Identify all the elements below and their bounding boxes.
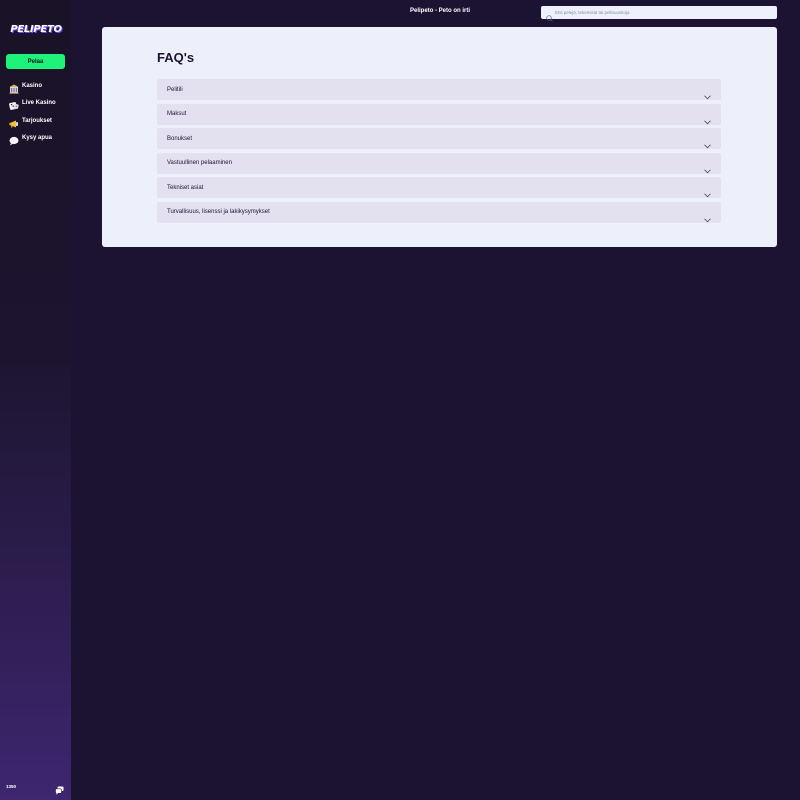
chat-icon[interactable]: [55, 782, 64, 795]
chevron-down-icon: [704, 161, 711, 173]
search-input[interactable]: [555, 7, 775, 18]
faq-item-tekniset-asiat[interactable]: Tekniset asiat: [157, 177, 721, 198]
chevron-down-icon: [704, 136, 711, 149]
chevron-down-icon: [704, 87, 711, 100]
sidebar-item-label: Live Kasino: [22, 100, 56, 107]
sidebar: PELIPETO Pelaa Kasino Live Kasino Tarjou…: [0, 0, 71, 800]
faq-question: Tekniset asiat: [167, 184, 204, 191]
speech-bubble-icon: [9, 133, 19, 146]
sidebar-item-live-kasino[interactable]: Live Kasino: [9, 97, 69, 111]
sidebar-nav: Kasino Live Kasino Tarjoukset Kysy apua: [9, 80, 69, 149]
faq-list: Pelitili Maksut Bonukset Vastuullinen pe…: [157, 79, 721, 226]
sidebar-item-label: Tarjoukset: [22, 117, 52, 124]
megaphone-icon: [9, 116, 19, 128]
page-title: Pelipeto - Peto on irti: [409, 8, 470, 14]
chevron-down-icon: [704, 112, 711, 124]
sidebar-item-label: Kysy apua: [22, 134, 53, 141]
faq-question: Bonukset: [167, 135, 193, 142]
sidebar-item-kasino[interactable]: Kasino: [9, 80, 69, 94]
faq-question: Pelitili: [167, 86, 183, 93]
sidebar-item-tarjoukset[interactable]: Tarjoukset: [9, 115, 69, 128]
footer-text: 1350: [6, 784, 17, 789]
logo-text: PELIPETO: [10, 23, 62, 35]
faq-question: Turvallisuus, lisenssi ja lakikysymykset: [167, 209, 270, 215]
search-icon: [546, 9, 553, 22]
sidebar-item-label: Kasino: [22, 83, 43, 89]
play-button[interactable]: Pelaa: [6, 54, 65, 69]
dice-icon: [9, 98, 19, 111]
chevron-down-icon: [704, 210, 711, 222]
casino-building-icon: [9, 81, 19, 94]
faq-item-maksut[interactable]: Maksut: [157, 103, 721, 125]
pelipeto-logo[interactable]: PELIPETO: [10, 20, 62, 38]
faq-item-pelitili[interactable]: Pelitili: [157, 79, 721, 100]
faq-question: Maksut: [167, 111, 187, 117]
faq-item-turvallisuus[interactable]: Turvallisuus, lisenssi ja lakikysymykset: [157, 201, 721, 223]
sidebar-item-kysy-apua[interactable]: Kysy apua: [9, 132, 69, 146]
faq-question: Vastuullinen pelaaminen: [167, 160, 232, 166]
chevron-down-icon: [704, 185, 711, 198]
faq-title: FAQ's: [157, 50, 195, 65]
search-box[interactable]: [541, 6, 777, 22]
faq-panel: FAQ's Pelitili Maksut Bonukset Vastuulli…: [102, 27, 777, 247]
faq-item-bonukset[interactable]: Bonukset: [157, 128, 721, 149]
faq-item-vastuullinen-pelaaminen[interactable]: Vastuullinen pelaaminen: [157, 152, 721, 174]
